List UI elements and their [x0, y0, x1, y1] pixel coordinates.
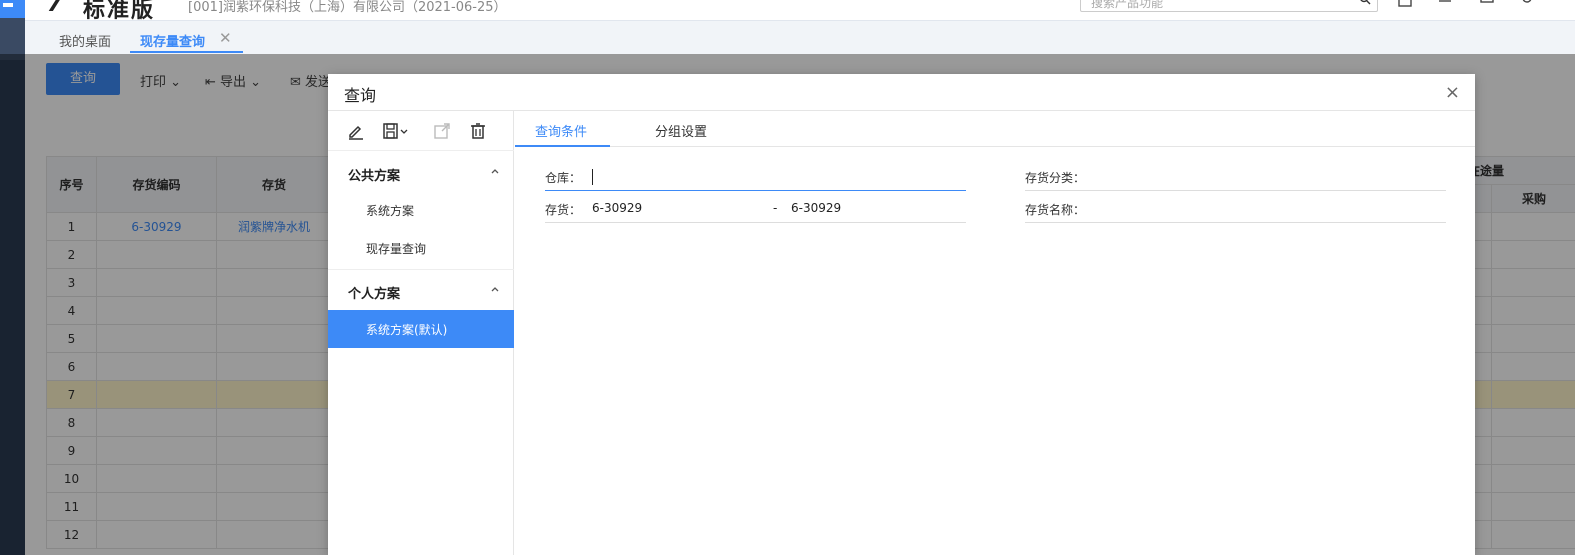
tab-query-conditions[interactable]: 查询条件: [535, 121, 587, 140]
personal-plan-title: 个人方案: [348, 287, 401, 302]
inventory-from-value[interactable]: 6-30929: [592, 201, 642, 215]
brand-mark: 7: [47, 0, 63, 17]
grid-icon[interactable]: [1397, 0, 1413, 8]
inventory-category-label: 存货分类：: [1025, 171, 1086, 185]
dialog-title: 查询: [344, 86, 377, 105]
inventory-range-field[interactable]: 存货： 6-30929 - 6-30929: [545, 199, 966, 223]
tab-close-icon[interactable]: ✕: [219, 29, 232, 47]
page-tab-bar: 我的桌面 现存量查询 ✕: [25, 20, 1575, 54]
list-icon[interactable]: [1437, 0, 1453, 8]
active-tab-indicator: [515, 145, 610, 147]
public-plan-section[interactable]: 公共方案: [328, 153, 514, 191]
gear-icon[interactable]: [1519, 0, 1535, 8]
app-logo-icon[interactable]: [0, 0, 25, 18]
edit-icon[interactable]: [346, 121, 366, 141]
condition-tabs: 查询条件 分组设置: [515, 111, 1475, 147]
public-plan-title: 公共方案: [348, 169, 401, 184]
plan-toolbar: [328, 111, 514, 151]
tab-group-settings[interactable]: 分组设置: [655, 121, 707, 140]
query-dialog: 查询 × 公共方案 系统方案 现存量查询 个人方案 系统方案(默认) 查询条件 …: [328, 74, 1475, 555]
dialog-header: 查询 ×: [328, 74, 1475, 111]
inventory-category-field[interactable]: 存货分类：: [1025, 167, 1446, 191]
active-tab-indicator: [130, 51, 243, 53]
inventory-name-label: 存货名称：: [1025, 203, 1086, 217]
tab-my-desktop[interactable]: 我的桌面: [59, 31, 111, 50]
feature-search-input[interactable]: 搜索产品功能: [1080, 0, 1378, 12]
inventory-to-value[interactable]: 6-30929: [791, 201, 841, 215]
warehouse-field[interactable]: 仓库：: [545, 167, 966, 191]
tab-stock-query[interactable]: 现存量查询: [140, 31, 205, 50]
company-name: [001]润紫环保科技（上海）有限公司（2021-06-25）: [188, 0, 507, 15]
plan-pane: 公共方案 系统方案 现存量查询 个人方案 系统方案(默认): [328, 111, 514, 555]
chevron-up-icon[interactable]: [490, 285, 500, 293]
section-divider: [328, 269, 514, 270]
warehouse-label: 仓库：: [545, 171, 582, 185]
close-icon[interactable]: ×: [1445, 82, 1460, 103]
chevron-up-icon[interactable]: [490, 167, 500, 175]
personal-plan-section[interactable]: 个人方案: [328, 271, 514, 309]
search-placeholder: 搜索产品功能: [1091, 0, 1164, 10]
plan-item-system[interactable]: 系统方案: [328, 191, 514, 229]
inventory-name-field[interactable]: 存货名称：: [1025, 199, 1446, 223]
save-icon[interactable]: [382, 121, 410, 141]
condition-pane: 查询条件 分组设置 仓库： 存货分类： 存货： 6-30929 - 6-3092…: [515, 111, 1475, 555]
range-separator: -: [773, 201, 778, 215]
plan-item-stock-query[interactable]: 现存量查询: [328, 229, 514, 267]
text-caret: [592, 169, 593, 185]
inventory-label: 存货：: [545, 203, 582, 217]
top-header: 7 标准版 [001]润紫环保科技（上海）有限公司（2021-06-25） 搜索…: [25, 0, 1575, 23]
plan-item-system-default[interactable]: 系统方案(默认): [328, 310, 514, 348]
search-icon[interactable]: [1359, 0, 1371, 5]
message-icon[interactable]: [1479, 0, 1495, 8]
share-icon[interactable]: [432, 121, 452, 141]
delete-icon[interactable]: [468, 121, 488, 141]
